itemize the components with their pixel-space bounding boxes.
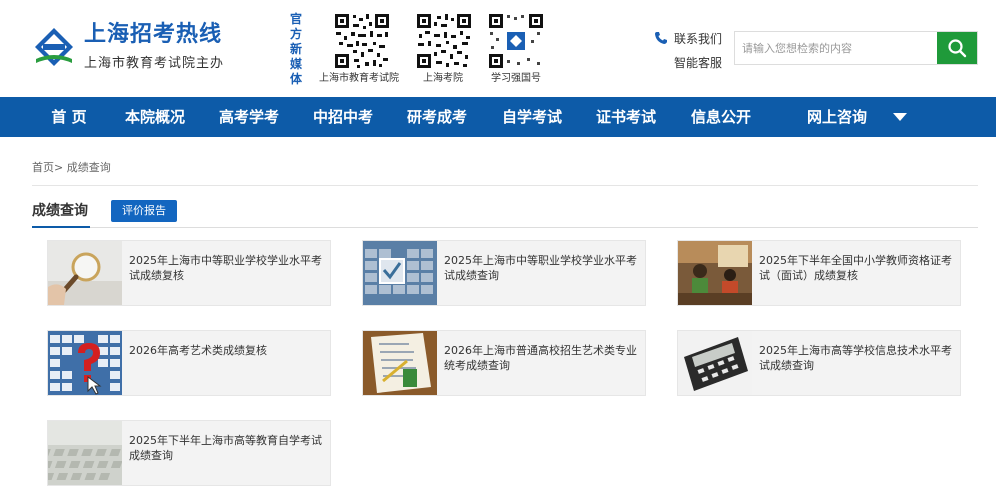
tab-divider	[32, 227, 978, 228]
score-card[interactable]: 2026年高考艺术类成绩复核	[47, 330, 331, 396]
nav-item-disclosure[interactable]: 信息公开	[688, 97, 754, 137]
official-media-label: 官方新媒体	[290, 12, 303, 86]
score-card[interactable]: 2025年上海市高等学校信息技术水平考试成绩查询	[677, 330, 961, 396]
breadcrumb-current: 成绩查询	[66, 161, 111, 174]
search-box	[734, 31, 978, 65]
nav-item-zhongkao[interactable]: 中招中考	[310, 97, 376, 137]
keyboard-gray-image	[48, 421, 122, 485]
main-nav: 首 页 本院概况 高考学考 中招中考 研考成考 自学考试 证书考试 信息公开 网…	[0, 97, 996, 137]
card-title: 2025年下半年上海市高等教育自学考试成绩查询	[129, 434, 322, 462]
qr-caption: 上海市教育考试院	[319, 73, 399, 84]
tab-evaluation-report[interactable]: 评价报告	[111, 200, 177, 222]
nav-dropdown-arrow-icon[interactable]	[893, 113, 907, 121]
nav-item-about[interactable]: 本院概况	[122, 97, 188, 137]
score-card[interactable]: 2025年下半年全国中小学教师资格证考试（面试）成绩复核	[677, 240, 961, 306]
score-card[interactable]: 2025年上海市中等职业学校学业水平考试成绩复核	[47, 240, 331, 306]
search-icon	[948, 39, 967, 58]
magnifier-image	[48, 241, 122, 305]
nav-item-home[interactable]: 首 页	[44, 97, 94, 137]
qr-caption: 学习强国号	[491, 73, 541, 84]
tab-score-query[interactable]: 成绩查询	[32, 200, 88, 220]
smart-service-link[interactable]: 智能客服	[674, 54, 722, 71]
nav-item-gaokao[interactable]: 高考学考	[216, 97, 282, 137]
answer-sheet-image	[363, 331, 437, 395]
card-title: 2026年高考艺术类成绩复核	[129, 344, 267, 357]
site-logo[interactable]: 上海招考热线 上海市教育考试院主办	[32, 22, 224, 71]
nav-item-consult[interactable]: 网上咨询	[804, 97, 870, 137]
card-title: 2025年上海市中等职业学校学业水平考试成绩复核	[129, 254, 322, 282]
divider	[32, 185, 978, 186]
nav-item-yankao[interactable]: 研考成考	[404, 97, 470, 137]
contact-us-link[interactable]: 联系我们	[654, 31, 723, 46]
nav-item-self-study[interactable]: 自学考试	[499, 97, 565, 137]
qr-code-icon	[487, 12, 545, 70]
calculator-image	[678, 331, 752, 395]
keyboard-question-image	[48, 331, 122, 395]
phone-icon	[655, 32, 667, 44]
contact-us-label: 联系我们	[674, 31, 723, 46]
keyboard-check-image	[363, 241, 437, 305]
breadcrumb-separator: >	[54, 161, 64, 174]
search-input[interactable]	[735, 32, 938, 64]
nav-item-certificate[interactable]: 证书考试	[593, 97, 659, 137]
tab-active-indicator	[32, 226, 90, 228]
score-card[interactable]: 2025年下半年上海市高等教育自学考试成绩查询	[47, 420, 331, 486]
qr-code-icon	[333, 12, 391, 70]
classroom-image	[678, 241, 752, 305]
card-title: 2025年下半年全国中小学教师资格证考试（面试）成绩复核	[759, 254, 952, 282]
qr-code-icon	[415, 12, 473, 70]
card-title: 2025年上海市中等职业学校学业水平考试成绩查询	[444, 254, 637, 282]
search-button[interactable]	[937, 32, 977, 64]
card-title: 2025年上海市高等学校信息技术水平考试成绩查询	[759, 344, 952, 372]
breadcrumb: 首页> 成绩查询	[32, 159, 111, 175]
site-header: 上海招考热线 上海市教育考试院主办 官方新媒体 上海市教育考试院 上海考院 学习…	[0, 0, 996, 97]
logo-subtitle: 上海市教育考试院主办	[84, 56, 225, 71]
score-card[interactable]: 2025年上海市中等职业学校学业水平考试成绩查询	[362, 240, 646, 306]
breadcrumb-home[interactable]: 首页	[32, 161, 54, 174]
score-card[interactable]: 2026年上海市普通高校招生艺术类专业统考成绩查询	[362, 330, 646, 396]
logo-title: 上海招考热线	[84, 22, 223, 47]
card-title: 2026年上海市普通高校招生艺术类专业统考成绩查询	[444, 344, 637, 372]
logo-emblem-icon	[32, 25, 76, 69]
